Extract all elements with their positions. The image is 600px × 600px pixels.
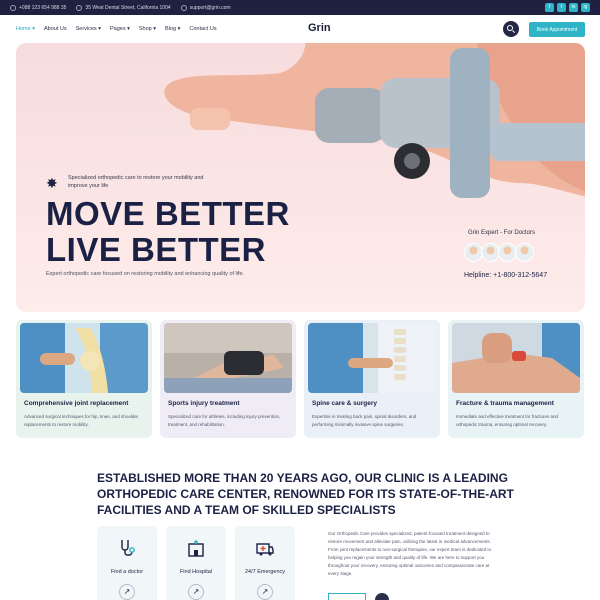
- avatar: [375, 593, 389, 600]
- feature-find-doctor[interactable]: Find a doctor ↗: [97, 526, 157, 600]
- card-title: Spine care & surgery: [312, 400, 378, 407]
- stethoscope-icon: [121, 540, 135, 556]
- site-logo[interactable]: Grin: [308, 22, 331, 34]
- established-heading: ESTABLISHED MORE THAN 20 YEARS AGO, OUR …: [97, 471, 514, 517]
- feature-emergency[interactable]: 24/7 Emergency ↗: [235, 526, 295, 600]
- arrow-icon[interactable]: ↗: [188, 584, 204, 600]
- service-card-sports[interactable]: Sports injury treatment Specialized care…: [160, 320, 296, 438]
- hero-tagline: Specialized orthopedic care to restore y…: [68, 175, 204, 189]
- card-description: Specialized care for athletes, including…: [168, 414, 281, 427]
- learn-more-button[interactable]: [328, 593, 366, 600]
- arrow-icon[interactable]: ↗: [119, 584, 135, 600]
- phone-info[interactable]: +088 123 654 988 35: [10, 4, 66, 11]
- nav-menu: Home ▾ About Us Services ▾ Pages ▾ Shop …: [16, 26, 217, 32]
- nav-item-about[interactable]: About Us: [44, 26, 67, 32]
- hero-description: Expert orthopedic care focused on restor…: [46, 271, 245, 277]
- nav-item-services[interactable]: Services ▾: [76, 26, 101, 32]
- feature-label: 24/7 Emergency: [244, 569, 286, 575]
- linkedin-icon[interactable]: in: [569, 3, 578, 12]
- address-info: 35 West Dental Street, California 1004: [76, 4, 171, 11]
- card-title: Sports injury treatment: [168, 400, 240, 407]
- doctor-avatars: [464, 243, 534, 262]
- feature-find-hospital[interactable]: Find Hospital ↗: [166, 526, 226, 600]
- nav-item-blog[interactable]: Blog ▾: [165, 26, 180, 32]
- avatar[interactable]: [515, 243, 534, 262]
- card-description: Immediate and effective treatment for fr…: [456, 414, 558, 427]
- service-card-joint[interactable]: Comprehensive joint replacement Advanced…: [16, 320, 152, 438]
- nav-item-shop[interactable]: Shop ▾: [139, 26, 156, 32]
- nav-item-pages[interactable]: Pages ▾: [110, 26, 130, 32]
- search-button[interactable]: [503, 21, 519, 37]
- card-description: Expertise in treating back pain, spinal …: [312, 414, 417, 427]
- nav-item-home[interactable]: Home ▾: [16, 26, 35, 32]
- spine-care-image: [308, 323, 436, 393]
- expert-label: Grin Expert - For Doctors: [468, 230, 536, 236]
- nav-item-contact[interactable]: Contact Us: [189, 26, 216, 32]
- fracture-trauma-image: [452, 323, 580, 393]
- location-icon: [76, 4, 83, 11]
- card-description: Advanced surgical techniques for hip, kn…: [24, 414, 139, 427]
- feature-label: Find Hospital: [179, 569, 213, 575]
- service-card-fracture[interactable]: Fracture & trauma management Immediate a…: [448, 320, 584, 438]
- hero-headline: MOVE BETTER LIVE BETTER: [46, 195, 290, 268]
- ambulance-icon: [256, 543, 274, 556]
- arrow-icon[interactable]: ↗: [257, 584, 273, 600]
- facebook-icon[interactable]: f: [545, 3, 554, 12]
- joint-replacement-image: [20, 323, 148, 393]
- mail-icon: [180, 4, 187, 11]
- helpline[interactable]: Helpline: +1-800-312-5647: [464, 272, 547, 279]
- phone-icon: [10, 4, 16, 11]
- sparkle-icon: ✸: [46, 175, 58, 191]
- hero-banner: ✸ Specialized orthopedic care to restore…: [16, 43, 585, 312]
- card-title: Fracture & trauma management: [456, 400, 554, 407]
- sports-injury-image: [164, 323, 292, 393]
- service-card-spine[interactable]: Spine care & surgery Expertise in treati…: [304, 320, 440, 438]
- feature-label: Find a doctor: [110, 569, 144, 575]
- top-bar: +088 123 654 988 35 35 West Dental Stree…: [0, 0, 600, 15]
- social-links: f t in ig: [545, 3, 590, 12]
- instagram-icon[interactable]: ig: [581, 3, 590, 12]
- about-text: Our Orthopedic Care provides specialized…: [328, 531, 492, 576]
- hospital-icon: [188, 540, 204, 557]
- main-nav: Home ▾ About Us Services ▾ Pages ▾ Shop …: [0, 15, 600, 43]
- book-appointment-button[interactable]: Book Appointment: [529, 22, 585, 37]
- email-info[interactable]: support@grin.com: [180, 4, 231, 11]
- twitter-icon[interactable]: t: [557, 3, 566, 12]
- card-title: Comprehensive joint replacement: [24, 400, 129, 407]
